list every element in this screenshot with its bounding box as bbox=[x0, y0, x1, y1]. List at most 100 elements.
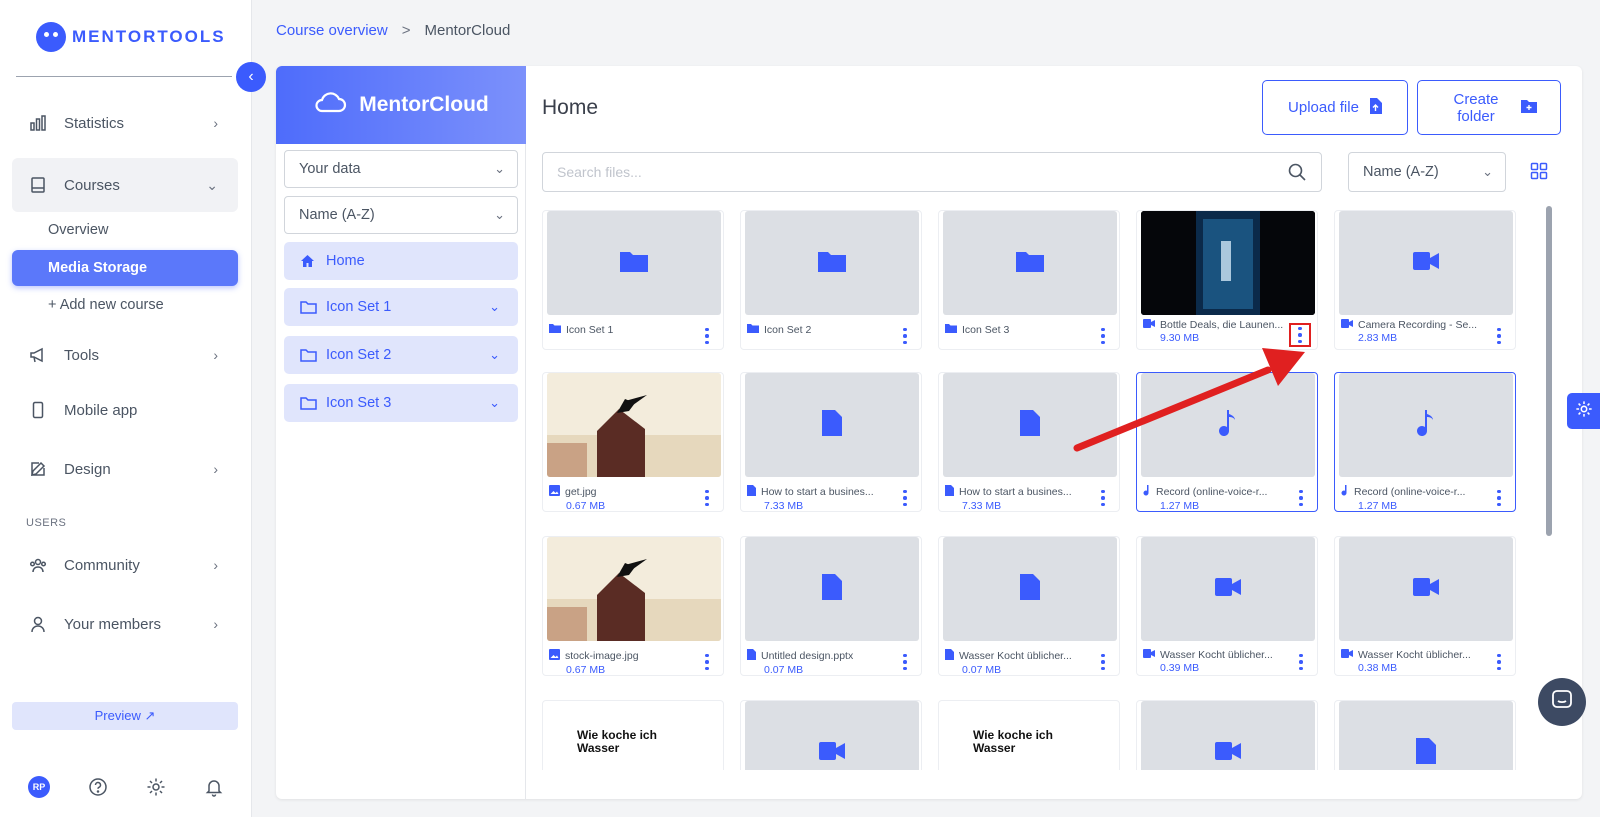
sidebar-item-statistics[interactable]: Statistics › bbox=[12, 100, 238, 146]
file-card[interactable]: Camera Recording - Se... 2.83 MB bbox=[1334, 210, 1516, 350]
sidebar-subitem-media-storage[interactable]: Media Storage bbox=[12, 250, 238, 286]
gear-icon[interactable] bbox=[146, 777, 166, 797]
more-options-button[interactable] bbox=[1493, 327, 1505, 345]
file-card[interactable]: Icon Set 2 bbox=[740, 210, 922, 350]
text-image-thumbnail: Wie koche ich Wasser bbox=[547, 701, 721, 770]
chevron-down-icon[interactable]: ⌄ bbox=[489, 395, 500, 411]
scrollbar-thumb[interactable] bbox=[1546, 206, 1552, 536]
image-preview bbox=[547, 537, 721, 641]
file-thumbnail bbox=[745, 701, 919, 770]
file-thumbnail bbox=[943, 537, 1117, 641]
file-size: 1.27 MB bbox=[1160, 500, 1200, 512]
sidebar-item-label: Design bbox=[64, 460, 111, 478]
more-options-button[interactable] bbox=[899, 653, 911, 671]
breadcrumb-separator: > bbox=[401, 22, 411, 39]
more-options-button[interactable] bbox=[1289, 323, 1311, 347]
file-size: 7.33 MB bbox=[962, 500, 1002, 512]
more-options-button[interactable] bbox=[1097, 653, 1109, 671]
logo-icon bbox=[36, 22, 66, 52]
file-card[interactable]: Wie koche ich Wasser bbox=[542, 700, 724, 770]
file-card[interactable]: Wasser Kocht üblicher... 0.38 MB bbox=[1334, 536, 1516, 676]
file-card[interactable] bbox=[740, 700, 922, 770]
help-icon[interactable] bbox=[88, 777, 108, 797]
sidebar-item-label: Community bbox=[64, 556, 140, 574]
gear-icon bbox=[1575, 400, 1593, 423]
file-card[interactable]: Wasser Kocht üblicher... 0.39 MB bbox=[1136, 536, 1318, 676]
file-name: Wasser Kocht üblicher... bbox=[1160, 649, 1273, 661]
search-input[interactable]: Search files... bbox=[542, 152, 1322, 192]
file-card[interactable]: Record (online-voice-r... 1.27 MB bbox=[1334, 372, 1516, 512]
more-options-button[interactable] bbox=[1295, 653, 1307, 671]
more-options-button[interactable] bbox=[1493, 489, 1505, 507]
file-card[interactable] bbox=[1334, 700, 1516, 770]
video-camera-icon bbox=[1413, 577, 1439, 601]
more-options-button[interactable] bbox=[1097, 327, 1109, 345]
settings-floating-button[interactable] bbox=[1567, 393, 1600, 429]
mentortools-logo[interactable]: MENTORTOOLS bbox=[36, 22, 226, 52]
file-card[interactable]: Untitled design.pptx 0.07 MB bbox=[740, 536, 922, 676]
file-name: get.jpg bbox=[565, 486, 597, 498]
chevron-down-icon: ⌄ bbox=[494, 161, 505, 176]
more-options-button[interactable] bbox=[701, 327, 713, 345]
document-icon bbox=[945, 649, 954, 663]
breadcrumb-course-overview[interactable]: Course overview bbox=[276, 22, 388, 39]
folder-outline-icon bbox=[300, 396, 318, 410]
file-card[interactable]: stock-image.jpg 0.67 MB bbox=[542, 536, 724, 676]
sidebar-item-tools[interactable]: Tools › bbox=[12, 332, 238, 378]
file-card[interactable]: Icon Set 3 bbox=[938, 210, 1120, 350]
chevron-right-icon: › bbox=[213, 115, 218, 131]
folder-icon bbox=[818, 250, 846, 277]
sort-select[interactable]: Name (A-Z) ⌄ bbox=[1348, 152, 1506, 192]
sidebar-item-design[interactable]: Design › bbox=[12, 446, 238, 492]
document-icon bbox=[945, 485, 954, 499]
create-folder-button[interactable]: Create folder bbox=[1417, 80, 1561, 135]
more-options-button[interactable] bbox=[1097, 489, 1109, 507]
tree-sort-select[interactable]: Name (A-Z) ⌄ bbox=[284, 196, 518, 234]
chevron-down-icon[interactable]: ⌄ bbox=[489, 347, 500, 363]
more-options-button[interactable] bbox=[1295, 489, 1307, 507]
tree-item-home[interactable]: Home bbox=[284, 242, 518, 280]
chat-button[interactable] bbox=[1538, 678, 1586, 726]
more-options-button[interactable] bbox=[701, 489, 713, 507]
tree-item-icon-set-3[interactable]: Icon Set 3 ⌄ bbox=[284, 384, 518, 422]
file-card[interactable]: Wie koche ich Wasser bbox=[938, 700, 1120, 770]
file-thumbnail bbox=[1339, 373, 1513, 477]
file-size: 0.67 MB bbox=[566, 500, 606, 512]
avatar[interactable]: RP bbox=[28, 776, 50, 798]
file-card[interactable]: get.jpg 0.67 MB bbox=[542, 372, 724, 512]
sidebar-item-your-members[interactable]: Your members › bbox=[12, 601, 238, 647]
chevron-down-icon: ⌄ bbox=[1482, 164, 1493, 179]
bell-icon[interactable] bbox=[204, 777, 224, 797]
more-options-button[interactable] bbox=[899, 327, 911, 345]
music-note-icon bbox=[1219, 409, 1237, 441]
chevron-left-icon: ‹ bbox=[248, 68, 254, 85]
sidebar-subitem-overview[interactable]: Overview bbox=[48, 222, 108, 238]
grid-view-icon[interactable] bbox=[1530, 162, 1548, 185]
more-options-button[interactable] bbox=[1493, 653, 1505, 671]
upload-file-button[interactable]: Upload file bbox=[1262, 80, 1408, 135]
collapse-sidebar-button[interactable]: ‹ bbox=[236, 62, 266, 92]
tree-item-icon-set-2[interactable]: Icon Set 2 ⌄ bbox=[284, 336, 518, 374]
chevron-right-icon: › bbox=[213, 347, 218, 363]
file-card[interactable] bbox=[1136, 700, 1318, 770]
preview-button[interactable]: Preview ↗ bbox=[12, 702, 238, 730]
data-source-select[interactable]: Your data ⌄ bbox=[284, 150, 518, 188]
file-card[interactable]: Wasser Kocht üblicher... 0.07 MB bbox=[938, 536, 1120, 676]
more-options-button[interactable] bbox=[701, 653, 713, 671]
chevron-down-icon[interactable]: ⌄ bbox=[489, 299, 500, 315]
sidebar-item-community[interactable]: Community › bbox=[12, 542, 238, 588]
file-card[interactable]: Record (online-voice-r... 1.27 MB bbox=[1136, 372, 1318, 512]
file-card[interactable]: How to start a busines... 7.33 MB bbox=[938, 372, 1120, 512]
sidebar-item-courses[interactable]: Courses ⌄ bbox=[12, 158, 238, 212]
search-icon[interactable] bbox=[1287, 162, 1307, 185]
tree-item-icon-set-1[interactable]: Icon Set 1 ⌄ bbox=[284, 288, 518, 326]
add-new-course-link[interactable]: + Add new course bbox=[48, 297, 164, 313]
more-options-button[interactable] bbox=[899, 489, 911, 507]
file-size: 1.27 MB bbox=[1358, 500, 1398, 512]
sidebar-item-mobile-app[interactable]: Mobile app bbox=[12, 387, 238, 433]
video-thumbnail bbox=[1141, 211, 1315, 315]
file-card[interactable]: Icon Set 1 bbox=[542, 210, 724, 350]
file-card[interactable]: Bottle Deals, die Launen... 9.30 MB bbox=[1136, 210, 1318, 350]
file-card[interactable]: How to start a busines... 7.33 MB bbox=[740, 372, 922, 512]
chevron-down-icon: ⌄ bbox=[206, 176, 218, 193]
